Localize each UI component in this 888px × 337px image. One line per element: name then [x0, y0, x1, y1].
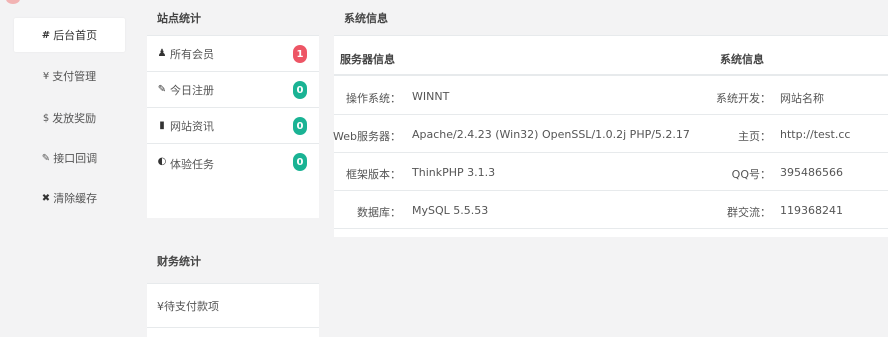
count-badge: 0 [293, 153, 307, 171]
pencil-icon: ✎ [157, 84, 167, 95]
stat-row-members[interactable]: ♟ 所有会员 1 [147, 36, 319, 72]
stat-row-tasks[interactable]: ◐ 体验任务 0 [147, 144, 319, 216]
info-value: WINNT [412, 90, 450, 103]
pencil-icon: ✎ [41, 152, 51, 164]
finance-stats-panel: 财务统计 ¥待支付款项 [147, 238, 319, 337]
sys-row: 操作系统： WINNT 系统开发： 网站名称 [334, 77, 888, 115]
home-icon: # [41, 29, 51, 41]
sys-row: 框架版本： ThinkPHP 3.1.3 QQ号： 395486566 [334, 153, 888, 191]
count-badge: 0 [293, 117, 307, 135]
info-value: 网站名称 [780, 92, 824, 105]
info-label: 群交流： [727, 206, 771, 219]
count-badge: 0 [293, 81, 307, 99]
finance-label: ¥待支付款项 [157, 299, 219, 313]
dollar-icon: $ [42, 112, 50, 124]
stat-label: 所有会员 [170, 47, 214, 61]
count-badge: 1 [293, 45, 307, 63]
sidebar-item-home[interactable]: # 后台首页 [14, 18, 125, 52]
yen-icon: ¥ [42, 70, 50, 82]
info-value: ThinkPHP 3.1.3 [412, 166, 496, 179]
system-info-heading: 系统信息 [720, 53, 764, 66]
stat-label: 今日注册 [170, 83, 214, 97]
sidebar-item-label: 后台首页 [53, 29, 98, 42]
panel-title: 站点统计 [147, 0, 319, 36]
sys-row: 数据库： MySQL 5.5.53 群交流： 119368241 [334, 191, 888, 229]
stat-label: 体验任务 [170, 158, 214, 171]
info-label: 操作系统： [346, 92, 401, 105]
info-label: Web服务器： [333, 130, 401, 143]
sidebar-item-callback[interactable]: ✎ 接口回调 [14, 141, 125, 175]
sidebar: # 后台首页 ¥ 支付管理 $ 发放奖励 ✎ 接口回调 ✖ 清除缓存 [0, 0, 127, 337]
stat-label: 网站资讯 [170, 119, 214, 133]
info-value: 395486566 [780, 166, 843, 179]
info-label: 框架版本： [346, 168, 401, 181]
book-icon: ▮ [159, 120, 165, 131]
stat-row-registrations[interactable]: ✎ 今日注册 0 [147, 72, 319, 108]
close-icon: ✖ [41, 192, 51, 204]
sidebar-item-label: 支付管理 [52, 70, 97, 83]
sidebar-item-label: 发放奖励 [52, 112, 97, 125]
sys-row: Web服务器： Apache/2.4.23 (Win32) OpenSSL/1.… [333, 115, 888, 153]
info-label: 主页： [738, 130, 771, 143]
info-value: MySQL 5.5.53 [412, 204, 489, 217]
sidebar-item-rewards[interactable]: $ 发放奖励 [14, 101, 125, 135]
homepage-link[interactable]: http://test.cc [780, 128, 850, 141]
panel-title: 财务统计 [147, 238, 319, 284]
stat-row-news[interactable]: ▮ 网站资讯 0 [147, 108, 319, 144]
sidebar-item-clear-cache[interactable]: ✖ 清除缓存 [14, 181, 125, 215]
logo-mark [6, 0, 20, 4]
server-info-heading: 服务器信息 [340, 53, 395, 66]
info-label: QQ号： [731, 168, 771, 181]
info-label: 数据库： [357, 206, 401, 219]
site-stats-panel: 站点统计 ♟ 所有会员 1 ✎ 今日注册 0 ▮ 网站资讯 0 ◐ 体验任务 0 [147, 0, 319, 218]
info-value: Apache/2.4.23 (Win32) OpenSSL/1.0.2j PHP… [412, 128, 690, 141]
sidebar-item-label: 接口回调 [53, 152, 98, 165]
system-info-header: 服务器信息 系统信息 [334, 38, 888, 76]
finance-row-pending[interactable]: ¥待支付款项 [147, 284, 319, 328]
sidebar-item-label: 清除缓存 [53, 192, 98, 205]
info-label: 系统开发： [716, 92, 771, 105]
info-value: 119368241 [780, 204, 843, 217]
shield-icon: ◐ [157, 156, 167, 167]
panel-title: 系统信息 [334, 0, 888, 36]
system-info-panel: 系统信息 服务器信息 系统信息 操作系统： WINNT 系统开发： 网站名称 W… [333, 0, 888, 237]
user-icon: ♟ [157, 48, 167, 59]
sidebar-item-payment[interactable]: ¥ 支付管理 [14, 59, 125, 93]
